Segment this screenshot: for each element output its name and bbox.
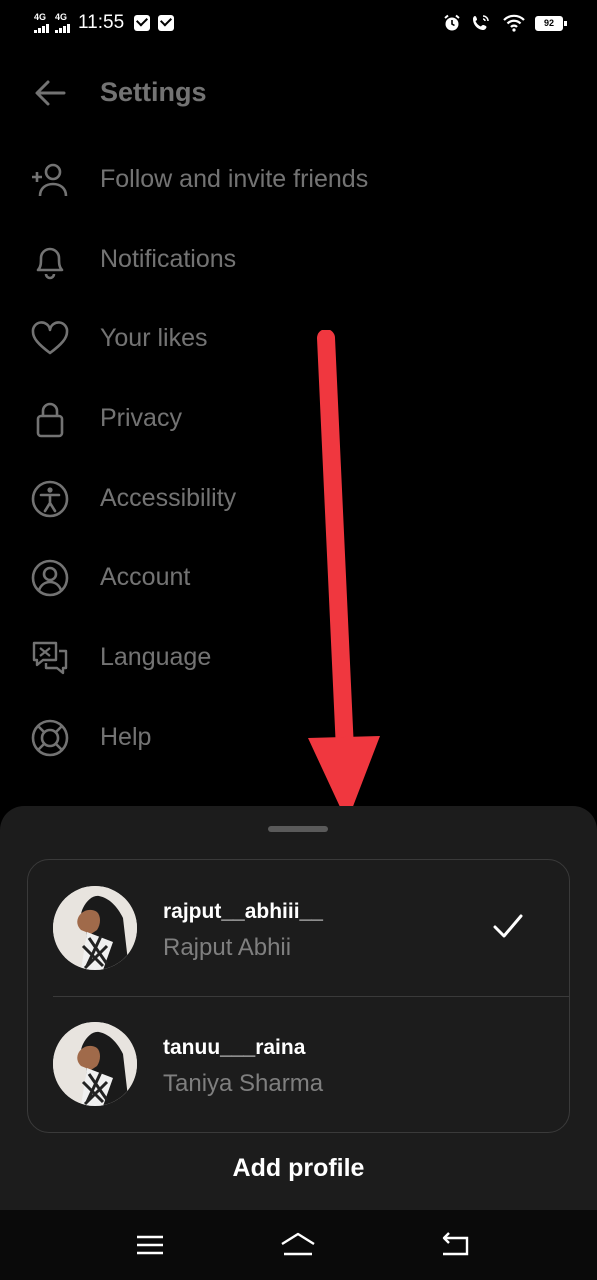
menu-item-privacy[interactable]: Privacy <box>0 379 597 459</box>
menu-item-follow-invite[interactable]: Follow and invite friends <box>0 140 597 220</box>
accessibility-icon <box>31 480 69 518</box>
signal-icon: 4G <box>34 13 49 33</box>
checkmark-icon <box>493 914 523 938</box>
header: Settings <box>0 60 597 126</box>
menu-item-notifications[interactable]: Notifications <box>0 220 597 300</box>
wifi-icon <box>503 14 525 32</box>
menu-item-accessibility[interactable]: Accessibility <box>0 459 597 539</box>
account-full-name: Taniya Sharma <box>163 1070 324 1097</box>
account-username: tanuu___raina <box>163 1036 306 1059</box>
menu-item-label: Account <box>100 563 191 592</box>
back-icon[interactable] <box>435 1226 475 1264</box>
account-full-name: Rajput Abhii <box>163 934 292 961</box>
page-title: Settings <box>100 77 207 107</box>
menu-item-help[interactable]: Help <box>0 698 597 778</box>
account-switcher-sheet: rajput__abhiii__ Rajput Abhii tanuu___ra… <box>0 806 597 1210</box>
menu-item-label: Language <box>100 643 212 672</box>
account-icon <box>31 560 69 597</box>
account-row[interactable]: tanuu___raina Taniya Sharma <box>28 996 569 1132</box>
network-type: 4G <box>55 12 68 22</box>
alarm-icon <box>444 14 460 31</box>
menu-item-language[interactable]: Language <box>0 618 597 698</box>
accounts-list: rajput__abhiii__ Rajput Abhii tanuu___ra… <box>27 859 570 1133</box>
menu-item-label: Accessibility <box>100 483 237 512</box>
language-icon <box>32 641 68 675</box>
menu-item-label: Privacy <box>100 404 182 433</box>
heart-icon <box>31 321 69 355</box>
signal-icon: 4G <box>55 13 70 33</box>
clock: 11:55 <box>78 12 125 33</box>
menu-item-label: Notifications <box>100 244 237 273</box>
menu-icon[interactable] <box>130 1226 170 1264</box>
battery-icon: 92 <box>535 15 567 31</box>
lifebuoy-icon <box>31 719 69 757</box>
settings-menu: Follow and invite friends Notifications … <box>0 140 597 778</box>
avatar <box>53 1022 137 1106</box>
lock-icon <box>36 402 64 438</box>
status-bar: 4G 4G 11:55 92 <box>0 0 597 48</box>
network-type: 4G <box>34 12 47 22</box>
back-arrow-icon[interactable] <box>32 78 68 108</box>
home-icon[interactable] <box>278 1226 318 1264</box>
sheet-drag-handle[interactable] <box>268 826 328 832</box>
system-navigation-bar <box>0 1210 597 1280</box>
bell-icon <box>36 247 64 279</box>
menu-item-label: Follow and invite friends <box>100 165 369 193</box>
account-row[interactable]: rajput__abhiii__ Rajput Abhii <box>28 860 569 996</box>
menu-item-label: Your likes <box>100 324 208 353</box>
account-username: rajput__abhiii__ <box>163 900 323 923</box>
menu-item-account[interactable]: Account <box>0 538 597 618</box>
menu-item-label: Help <box>100 722 152 751</box>
menu-item-your-likes[interactable]: Your likes <box>0 299 597 379</box>
notification-icon <box>158 15 175 31</box>
volte-call-icon <box>473 15 489 30</box>
add-person-icon <box>32 163 68 197</box>
add-profile-button[interactable]: Add profile <box>0 1154 597 1183</box>
notification-icon <box>134 15 151 31</box>
avatar <box>53 886 137 970</box>
